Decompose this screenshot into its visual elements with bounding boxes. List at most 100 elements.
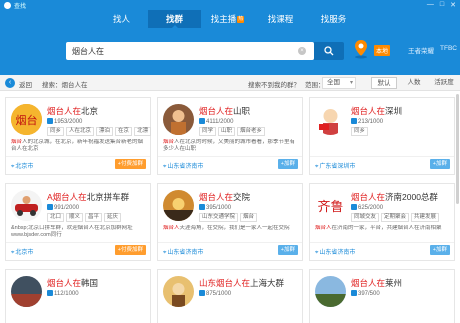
nav-tabs: 找人 找群 找主播热 找课程 找服务 xyxy=(95,10,360,29)
user-code: TFBC xyxy=(440,45,457,52)
join-button[interactable]: +加群 xyxy=(429,159,450,169)
group-description: &nbsp;北京口拼车群，欢迎烟台人在北京加群网址 www.bjsder.com… xyxy=(11,225,133,238)
group-city: 山东省济南市 xyxy=(315,247,355,257)
svg-text:齐鲁: 齐鲁 xyxy=(317,199,343,215)
group-description: 烟台人的北京城，在北京，新年祝福发送集合新老的烟台人在北京 xyxy=(11,139,144,152)
group-name[interactable]: 烟台人在深圳 xyxy=(351,105,402,117)
not-found-link[interactable]: 搜索不到我的群？ xyxy=(248,79,300,89)
member-icon xyxy=(47,204,53,210)
join-button[interactable]: +加群 xyxy=(277,245,298,255)
local-tag[interactable]: 本地 xyxy=(374,45,391,56)
group-avatar xyxy=(11,190,42,221)
sort-members[interactable]: 人数 xyxy=(403,77,425,89)
range-select[interactable]: 全国 xyxy=(322,77,356,89)
group-name[interactable]: 烟台人在莱州 xyxy=(351,277,402,289)
group-member-count: 395/1000 xyxy=(199,204,231,211)
group-name[interactable]: 烟台人在山职 xyxy=(199,105,250,117)
group-member-count: 397/500 xyxy=(351,290,380,297)
group-city: 山东省济南市 xyxy=(163,247,203,257)
svg-text:烟台: 烟台 xyxy=(16,113,38,127)
back-arrow-icon[interactable]: ‹ xyxy=(5,78,15,88)
top-bar: 查找 — □ ✕ 找人 找群 找主播热 找课程 找服务 × 本地 王者荣耀 TF… xyxy=(0,0,460,75)
paid-join-button[interactable]: +付费加群 xyxy=(114,245,146,255)
filter-bar: ‹ 返回 搜索：烟台人在 搜索不到我的群？ 范围： 全国 默认 人数 活跃度 xyxy=(0,75,460,91)
group-card[interactable]: 山东烟台人在上海大群 875/1000 xyxy=(157,269,303,323)
back-link[interactable]: 返回 xyxy=(19,79,32,89)
group-avatar: 烟台 xyxy=(11,104,42,135)
hot-badge: 热 xyxy=(237,16,245,23)
window-controls: — □ ✕ xyxy=(427,1,456,9)
tab-find-people[interactable]: 找人 xyxy=(95,10,148,28)
sort-activity[interactable]: 活跃度 xyxy=(430,77,458,89)
group-tags: 同学 山职 烟台老乡 xyxy=(199,127,266,136)
tab-find-streamers[interactable]: 找主播热 xyxy=(201,10,254,28)
search-icon xyxy=(324,46,334,56)
window-title: 查找 xyxy=(14,3,27,10)
group-card[interactable]: 烟台人在交院 395/1000 山东交通学院 烟台 烟台人天涯海角，在交院，我们是… xyxy=(157,183,303,261)
paid-join-button[interactable]: +付费加群 xyxy=(114,159,146,169)
group-name[interactable]: 烟台人在韩国 xyxy=(47,277,98,289)
group-description: 烟台人天涯海角，在交院，我们是一家人一起在交院 xyxy=(163,225,290,231)
group-avatar xyxy=(163,190,194,221)
group-card[interactable]: 烟台 烟台人在北京 1953/2000 同乡 人在北京 漂泊 在京 北漂 烟台人的北京城… xyxy=(5,97,152,175)
group-name[interactable]: 山东烟台人在上海大群 xyxy=(199,277,284,289)
group-city: 北京市 xyxy=(11,161,33,171)
group-avatar xyxy=(163,104,194,135)
group-tags: 山东交通学院 烟台 xyxy=(199,213,258,222)
group-description: 烟台人在济南的一家，平台，共建烟台人在济南相聚 xyxy=(315,225,442,231)
member-icon xyxy=(199,204,205,210)
clear-search-icon[interactable]: × xyxy=(298,47,306,55)
close-icon[interactable]: ✕ xyxy=(450,1,456,9)
group-city: 北京市 xyxy=(11,247,33,257)
group-member-count: 112/1000 xyxy=(47,290,79,297)
member-icon xyxy=(47,118,53,124)
group-tags: 同乡 xyxy=(351,127,369,136)
tab-find-courses[interactable]: 找课程 xyxy=(254,10,307,28)
scrollbar[interactable] xyxy=(456,94,459,204)
group-card[interactable]: 烟台人在韩国 112/1000 xyxy=(5,269,151,323)
group-card[interactable]: 烟台人在深圳 213/1000 同乡 广东省深圳市 +加群 xyxy=(309,97,455,175)
member-icon xyxy=(199,118,205,124)
group-member-count: 991/2000 xyxy=(47,204,79,211)
tab-find-groups[interactable]: 找群 xyxy=(148,10,201,29)
search-summary: 搜索：烟台人在 xyxy=(42,82,88,89)
group-card[interactable]: 烟台人在山职 4111/2000 同学 山职 烟台老乡 烟台人在北京的时候，又美丽的… xyxy=(157,97,303,175)
group-member-count: 4111/2000 xyxy=(199,118,233,125)
group-avatar xyxy=(11,276,42,307)
group-tags: 北口 顺义 昌平 延庆 xyxy=(47,213,122,222)
join-button[interactable]: +加群 xyxy=(429,245,450,255)
join-button[interactable]: +加群 xyxy=(277,159,298,169)
group-avatar xyxy=(315,276,346,307)
group-description: 烟台人在北京的时候，又美丽的城市看看，那季节里有多少人在山职 xyxy=(163,139,296,152)
title-bar: 查找 xyxy=(0,0,460,10)
group-card[interactable]: 齐鲁 烟台人在济南2000总群 625/2000 同城交友 定期聚会 共建发展 烟台… xyxy=(309,183,455,261)
tab-find-services[interactable]: 找服务 xyxy=(307,10,360,28)
group-card[interactable]: A烟台人在北京拼车群 991/2000 北口 顺义 昌平 延庆 &nbsp;北京口拼车… xyxy=(5,183,151,261)
group-city: 山东省济南市 xyxy=(163,161,203,171)
group-avatar xyxy=(315,104,346,135)
search-button[interactable] xyxy=(314,42,344,60)
search-input[interactable] xyxy=(66,42,291,60)
maximize-icon[interactable]: □ xyxy=(440,1,444,9)
group-name[interactable]: 烟台人在北京 xyxy=(47,105,98,117)
user-name[interactable]: 王者荣耀 xyxy=(408,45,434,55)
qq-logo-icon xyxy=(4,1,11,9)
member-icon xyxy=(351,118,357,124)
group-avatar: 齐鲁 xyxy=(315,190,346,221)
group-name[interactable]: A烟台人在北京拼车群 xyxy=(47,191,129,203)
sort-default[interactable]: 默认 xyxy=(371,77,397,89)
group-member-count: 625/2000 xyxy=(351,204,383,211)
group-name[interactable]: 烟台人在济南2000总群 xyxy=(351,191,438,203)
member-icon xyxy=(47,290,53,296)
group-member-count: 875/1000 xyxy=(199,290,231,297)
group-name[interactable]: 烟台人在交院 xyxy=(199,191,250,203)
group-member-count: 1953/2000 xyxy=(47,118,82,125)
group-card[interactable]: 烟台人在莱州 397/500 xyxy=(309,269,455,323)
member-icon xyxy=(199,290,205,296)
search-box: × xyxy=(66,42,314,60)
location-pin-icon[interactable] xyxy=(351,38,371,60)
member-icon xyxy=(351,204,357,210)
group-avatar xyxy=(163,276,194,307)
group-city: 广东省深圳市 xyxy=(315,161,355,171)
minimize-icon[interactable]: — xyxy=(427,1,434,9)
